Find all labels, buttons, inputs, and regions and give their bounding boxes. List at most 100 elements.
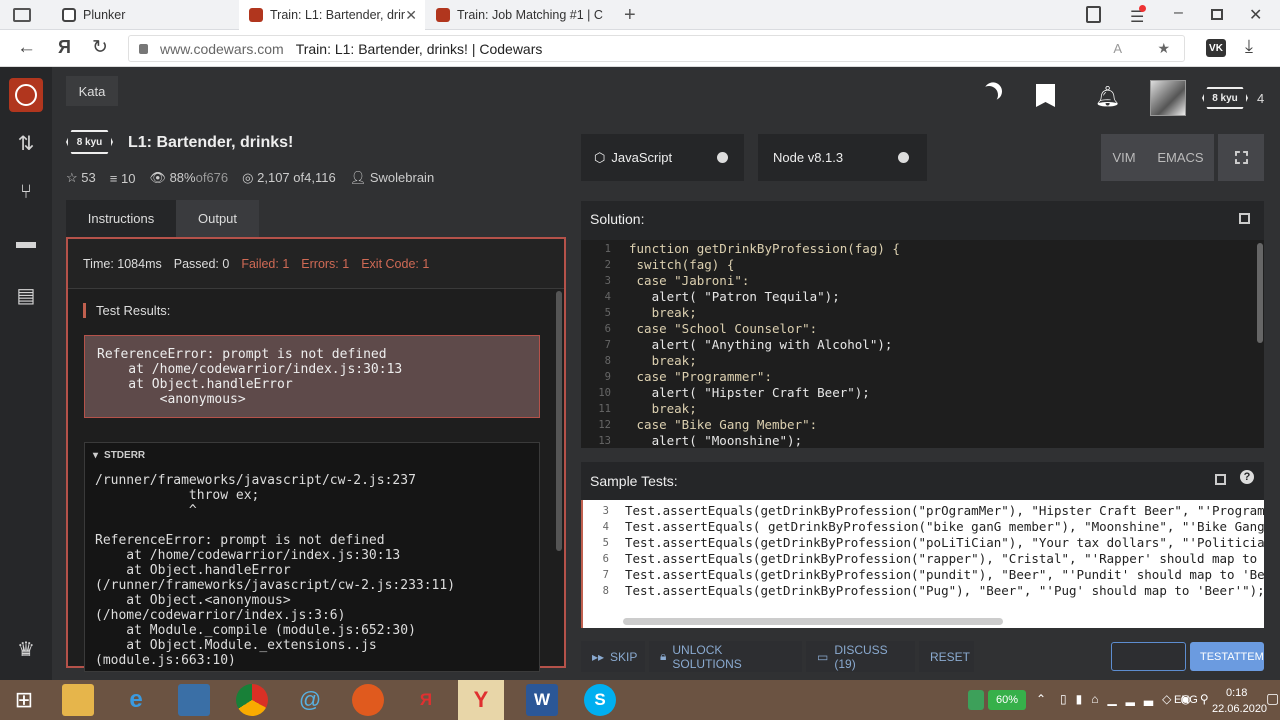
lock-icon xyxy=(139,43,148,54)
tab-instructions[interactable]: Instructions xyxy=(66,200,176,237)
close-window-icon[interactable]: ✕ xyxy=(1249,5,1262,25)
stars-stat[interactable]: ☆ 53 xyxy=(66,170,96,186)
run-button[interactable] xyxy=(1111,642,1186,671)
stderr-text: /runner/frameworks/javascript/cw-2.js:23… xyxy=(95,473,456,668)
test-line: 8 Test.assertEquals(getDrinkByProfession(… xyxy=(602,583,1264,598)
code-line: 11 break; xyxy=(598,401,697,416)
internet-explorer-icon[interactable]: e xyxy=(120,684,152,716)
sidebar-toggle-icon[interactable] xyxy=(13,8,31,22)
vim-button[interactable]: VIM xyxy=(1101,134,1147,181)
stderr-label: STDERR xyxy=(104,449,146,461)
reload-icon[interactable]: ↻ xyxy=(92,36,108,59)
collapse-triangle-icon: ▾ xyxy=(93,449,99,461)
word-icon[interactable]: W xyxy=(526,684,558,716)
fork-icon[interactable]: ⑂ xyxy=(13,179,39,205)
tab-output[interactable]: Output xyxy=(176,200,259,237)
chevron-down-icon xyxy=(898,152,909,163)
sample-expand-icon[interactable] xyxy=(1215,474,1226,485)
yandex-browser-icon[interactable]: Я xyxy=(410,684,442,716)
notification-dot-icon xyxy=(1139,5,1146,12)
time-stat: Time: 1084ms xyxy=(83,256,162,271)
skip-button[interactable]: ▸▸ SKIP xyxy=(581,641,645,672)
kata-title: L1: Bartender, drinks! xyxy=(128,134,294,151)
bookmarks-icon[interactable] xyxy=(1086,6,1101,23)
test-results-header: Test Results: xyxy=(83,303,170,318)
file-explorer-icon[interactable] xyxy=(62,684,94,716)
download-icon[interactable]: ⤓ xyxy=(1245,36,1253,57)
back-icon[interactable]: ← xyxy=(17,37,36,59)
battery-indicator[interactable]: 60% xyxy=(988,690,1026,710)
solution-scrollbar[interactable] xyxy=(1257,243,1263,343)
code-line: 13 alert( "Moonshine"); xyxy=(598,433,803,448)
sample-horizontal-scrollbar[interactable] xyxy=(623,618,1003,625)
language-select[interactable]: ⬡ JavaScript xyxy=(581,134,744,181)
solution-editor[interactable]: 1 function getDrinkByProfession(fag) { 2 … xyxy=(581,240,1264,448)
codewars-sidebar: ⇅ ⑂ ▬ ▤ ♛ xyxy=(0,67,52,680)
kata-nav-tab[interactable]: Kata xyxy=(66,76,118,106)
tab-label: Plunker xyxy=(83,8,126,22)
url-domain: www.codewars.com xyxy=(160,40,284,57)
browser-tab-bartender[interactable]: Train: L1: Bartender, drinks! ✕ xyxy=(239,0,425,30)
vk-icon[interactable]: VK xyxy=(1206,39,1226,57)
address-bar-row: ← Я ↻ www.codewars.com Train: L1: Barten… xyxy=(0,30,1280,67)
solution-panel: Solution: 1 function getDrinkByProfession… xyxy=(581,201,1264,448)
comment-icon: ▭ xyxy=(817,649,829,664)
code-line: 3 case "Jabroni": xyxy=(604,273,750,288)
lenovo-icon[interactable] xyxy=(178,684,210,716)
close-tab-icon[interactable]: ✕ xyxy=(405,7,417,24)
docs-icon[interactable]: ▤ xyxy=(13,282,39,308)
stderr-header[interactable]: ▾ STDERR xyxy=(85,443,539,467)
test-line: 3 Test.assertEquals(getDrinkByProfession(… xyxy=(602,503,1264,518)
chrome-icon[interactable] xyxy=(236,684,268,716)
notification-center-icon[interactable]: ▢ xyxy=(1266,690,1279,707)
browser-tab-plunker[interactable]: Plunker xyxy=(52,0,238,30)
chat-icon[interactable]: ▬ xyxy=(13,229,39,255)
url-field[interactable]: www.codewars.com Train: L1: Bartender, d… xyxy=(128,35,1185,62)
sample-tests-panel: Sample Tests: ? 3 Test.assertEquals(getDr… xyxy=(581,462,1264,628)
minimize-icon[interactable]: – xyxy=(1174,4,1183,22)
reset-button[interactable]: RESET xyxy=(919,641,974,672)
completed-stat: ◎ 2,107 of4,116 xyxy=(242,170,336,185)
practice-icon[interactable]: ⇅ xyxy=(13,130,39,156)
codewars-logo[interactable] xyxy=(9,78,43,112)
yandex-active-icon[interactable]: Y xyxy=(458,680,504,720)
avatar[interactable] xyxy=(1150,80,1186,116)
tray-chevron-icon[interactable]: ⌃ xyxy=(1036,692,1046,706)
test-attempt-button[interactable]: TESTATTEMPT xyxy=(1190,642,1264,671)
trophy-icon[interactable]: ♛ xyxy=(13,636,39,662)
help-icon[interactable]: ? xyxy=(1240,470,1254,484)
new-tab-plus-icon[interactable]: + xyxy=(624,4,636,27)
output-scrollbar[interactable] xyxy=(556,291,562,551)
code-line: 7 alert( "Anything with Alcohol"); xyxy=(604,337,893,352)
fast-forward-icon: ▸▸ xyxy=(592,649,605,664)
yandex-logo-icon[interactable]: Я xyxy=(58,37,71,58)
browser-tab-job-matching[interactable]: Train: Job Matching #1 | Codewars xyxy=(426,0,616,30)
media-player-icon[interactable] xyxy=(352,684,384,716)
exit-code-stat: Exit Code: 1 xyxy=(361,256,430,271)
language-value: JavaScript xyxy=(611,150,673,165)
output-panel: Time: 1084ms Passed: 0 Failed: 1 Errors:… xyxy=(66,237,566,672)
clock-time[interactable]: 0:18 xyxy=(1226,687,1247,699)
notifications-bell-icon[interactable]: 🔔︎ xyxy=(1095,84,1120,109)
lock-icon: 🔒︎ xyxy=(660,649,667,663)
author-link[interactable]: 👤︎ Swolebrain xyxy=(350,170,434,186)
code-line: 10 alert( "Hipster Craft Beer"); xyxy=(598,385,870,400)
star-bookmark-icon[interactable]: ★ xyxy=(1157,40,1170,57)
sample-tests-editor[interactable]: 3 Test.assertEquals(getDrinkByProfession(… xyxy=(581,500,1264,628)
emacs-button[interactable]: EMACS xyxy=(1147,134,1214,181)
unlock-solutions-button[interactable]: 🔒︎ UNLOCK SOLUTIONS xyxy=(649,641,802,672)
runtime-select[interactable]: Node v8.1.3 xyxy=(758,134,927,181)
kata-stats: ☆ 53 ≡ 10 👁︎ 88%of676 ◎ 2,107 of4,116 👤︎… xyxy=(66,170,434,186)
mail-icon[interactable]: @ xyxy=(294,684,326,716)
clock-date[interactable]: 22.06.2020 xyxy=(1212,703,1267,715)
language-indicator[interactable]: ENG xyxy=(1174,694,1198,706)
fullscreen-button[interactable] xyxy=(1218,134,1264,181)
discuss-button[interactable]: ▭ DISCUSS (19) xyxy=(806,641,915,672)
windows-start-icon[interactable]: ⊞ xyxy=(8,684,40,716)
stderr-panel: ▾ STDERR /runner/frameworks/javascript/c… xyxy=(84,442,540,672)
solution-expand-icon[interactable] xyxy=(1239,213,1250,224)
maximize-icon[interactable] xyxy=(1211,9,1223,20)
security-shield-icon[interactable] xyxy=(968,690,984,710)
translate-icon[interactable]: A xyxy=(1113,41,1122,56)
skype-icon[interactable]: S xyxy=(584,684,616,716)
